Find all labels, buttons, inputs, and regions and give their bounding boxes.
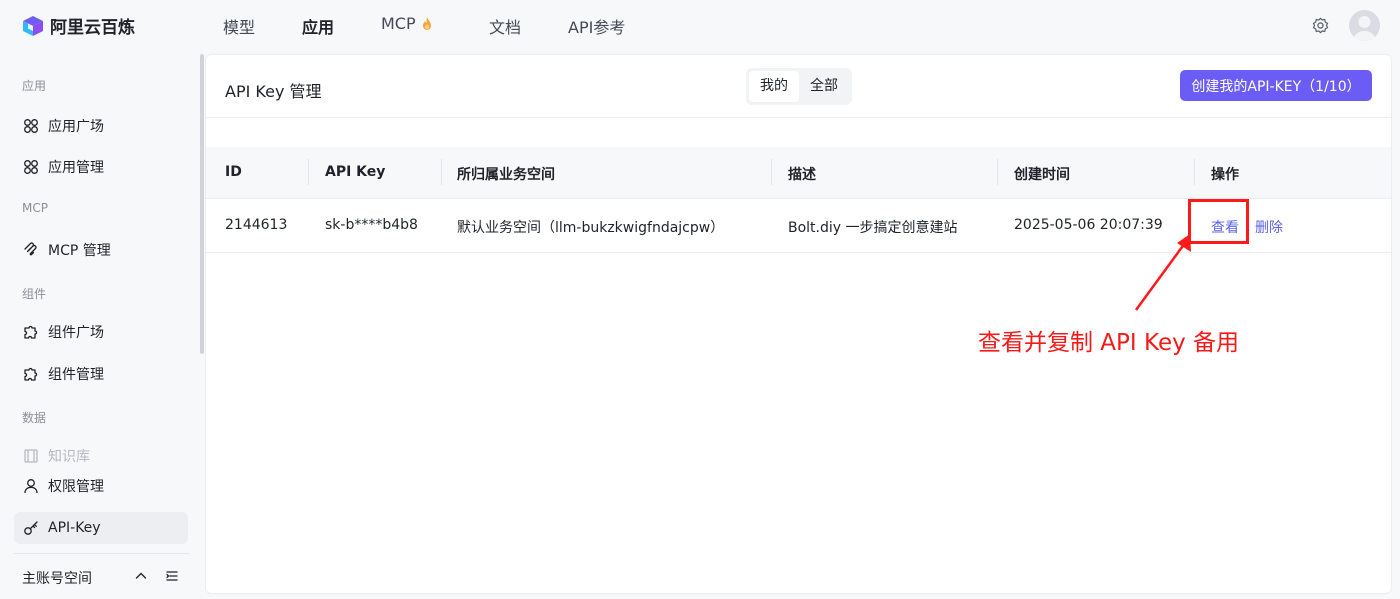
top-navigation: 阿里云百炼 模型 应用 MCP 文档 API参考 <box>0 0 1400 50</box>
cell-id: 2144613 <box>225 217 288 233</box>
sidebar-item-label: 组件管理 <box>48 367 104 383</box>
delete-key-link[interactable]: 删除 <box>1255 217 1283 237</box>
sidebar-item-mcp-management[interactable]: MCP 管理 <box>14 234 188 266</box>
sidebar-group-data: 数据 <box>22 411 47 425</box>
sidebar-item-label: MCP 管理 <box>48 243 111 259</box>
column-header-workspace: 所归属业务空间 <box>457 167 555 183</box>
key-icon <box>24 521 38 535</box>
book-icon <box>24 449 38 463</box>
user-avatar[interactable] <box>1349 10 1380 41</box>
grid-icon <box>24 119 38 133</box>
sidebar-scrollbar[interactable] <box>200 54 204 354</box>
column-header-id: ID <box>225 164 242 180</box>
column-divider <box>997 159 998 185</box>
column-divider <box>771 159 772 185</box>
nav-api-reference[interactable]: API参考 <box>568 14 625 38</box>
sidebar-item-component-management[interactable]: 组件管理 <box>14 358 188 390</box>
column-divider <box>308 159 309 185</box>
column-divider <box>441 159 442 185</box>
fire-icon <box>422 17 431 30</box>
sidebar-item-component-square[interactable]: 组件广场 <box>14 316 188 348</box>
annotation-arrow <box>1134 234 1191 311</box>
column-header-created: 创建时间 <box>1014 167 1070 183</box>
cell-workspace: 默认业务空间（llm-bukzkwigfndajcpw） <box>457 220 725 236</box>
logo-icon <box>23 15 43 36</box>
sidebar-item-label: 知识库 <box>48 449 90 465</box>
create-api-key-button[interactable]: 创建我的API-KEY（1/10） <box>1180 70 1372 101</box>
chevron-up-icon[interactable] <box>134 569 148 583</box>
puzzle-icon <box>24 325 38 339</box>
nav-docs[interactable]: 文档 <box>489 14 521 38</box>
sidebar-item-label: 组件广场 <box>48 325 104 341</box>
column-header-api-key: API Key <box>325 164 386 180</box>
sidebar-item-label: 权限管理 <box>48 479 104 495</box>
filter-all[interactable]: 全部 <box>799 71 849 102</box>
sidebar-divider <box>14 553 190 554</box>
sidebar-item-api-key[interactable]: API-Key <box>14 512 188 544</box>
sidebar-item-label: API-Key <box>48 520 101 536</box>
app-logo[interactable]: 阿里云百炼 <box>22 13 135 38</box>
workspace-switcher-label[interactable]: 主账号空间 <box>22 568 92 588</box>
collapse-menu-icon[interactable] <box>165 569 179 583</box>
sidebar-item-app-management[interactable]: 应用管理 <box>14 151 188 183</box>
sidebar-item-label: 应用广场 <box>48 119 104 135</box>
annotation-text: 查看并复制 API Key 备用 <box>978 330 1240 356</box>
nav-mcp[interactable]: MCP <box>381 14 432 33</box>
nav-models[interactable]: 模型 <box>223 14 255 38</box>
sidebar-item-label: 应用管理 <box>48 160 104 176</box>
nav-mcp-label: MCP <box>381 14 416 33</box>
sidebar-item-app-square[interactable]: 应用广场 <box>14 110 188 142</box>
app-name: 阿里云百炼 <box>50 18 135 38</box>
ownership-filter: 我的 全部 <box>746 68 852 105</box>
puzzle-icon <box>24 367 38 381</box>
sidebar-group-components: 组件 <box>22 287 47 301</box>
filter-mine[interactable]: 我的 <box>749 71 799 102</box>
sidebar-item-knowledge-base[interactable]: 知识库 <box>14 440 188 472</box>
avatar-user-icon <box>1353 16 1376 41</box>
page-title: API Key 管理 <box>225 82 322 101</box>
sidebar-group-apps: 应用 <box>22 79 47 93</box>
table-header: ID API Key 所归属业务空间 描述 创建时间 操作 <box>206 147 1391 199</box>
column-header-actions: 操作 <box>1211 167 1239 183</box>
column-header-description: 描述 <box>788 167 816 183</box>
gear-icon[interactable] <box>1312 17 1329 34</box>
column-divider <box>1194 159 1195 185</box>
sidebar-group-mcp: MCP <box>22 201 48 215</box>
cell-api-key: sk-b****b4b8 <box>325 217 418 233</box>
user-icon <box>24 479 38 494</box>
grid-icon <box>24 160 38 174</box>
mcp-icon <box>24 242 37 256</box>
cell-description: Bolt.diy 一步搞定创意建站 <box>788 220 958 236</box>
sidebar: 应用 应用广场 应用管理 MCP MCP 管理 组件 组件广场 组件管理 数据 … <box>0 50 204 599</box>
header-divider <box>206 117 1391 118</box>
nav-apps[interactable]: 应用 <box>302 14 334 38</box>
sidebar-item-permissions[interactable]: 权限管理 <box>14 470 188 502</box>
